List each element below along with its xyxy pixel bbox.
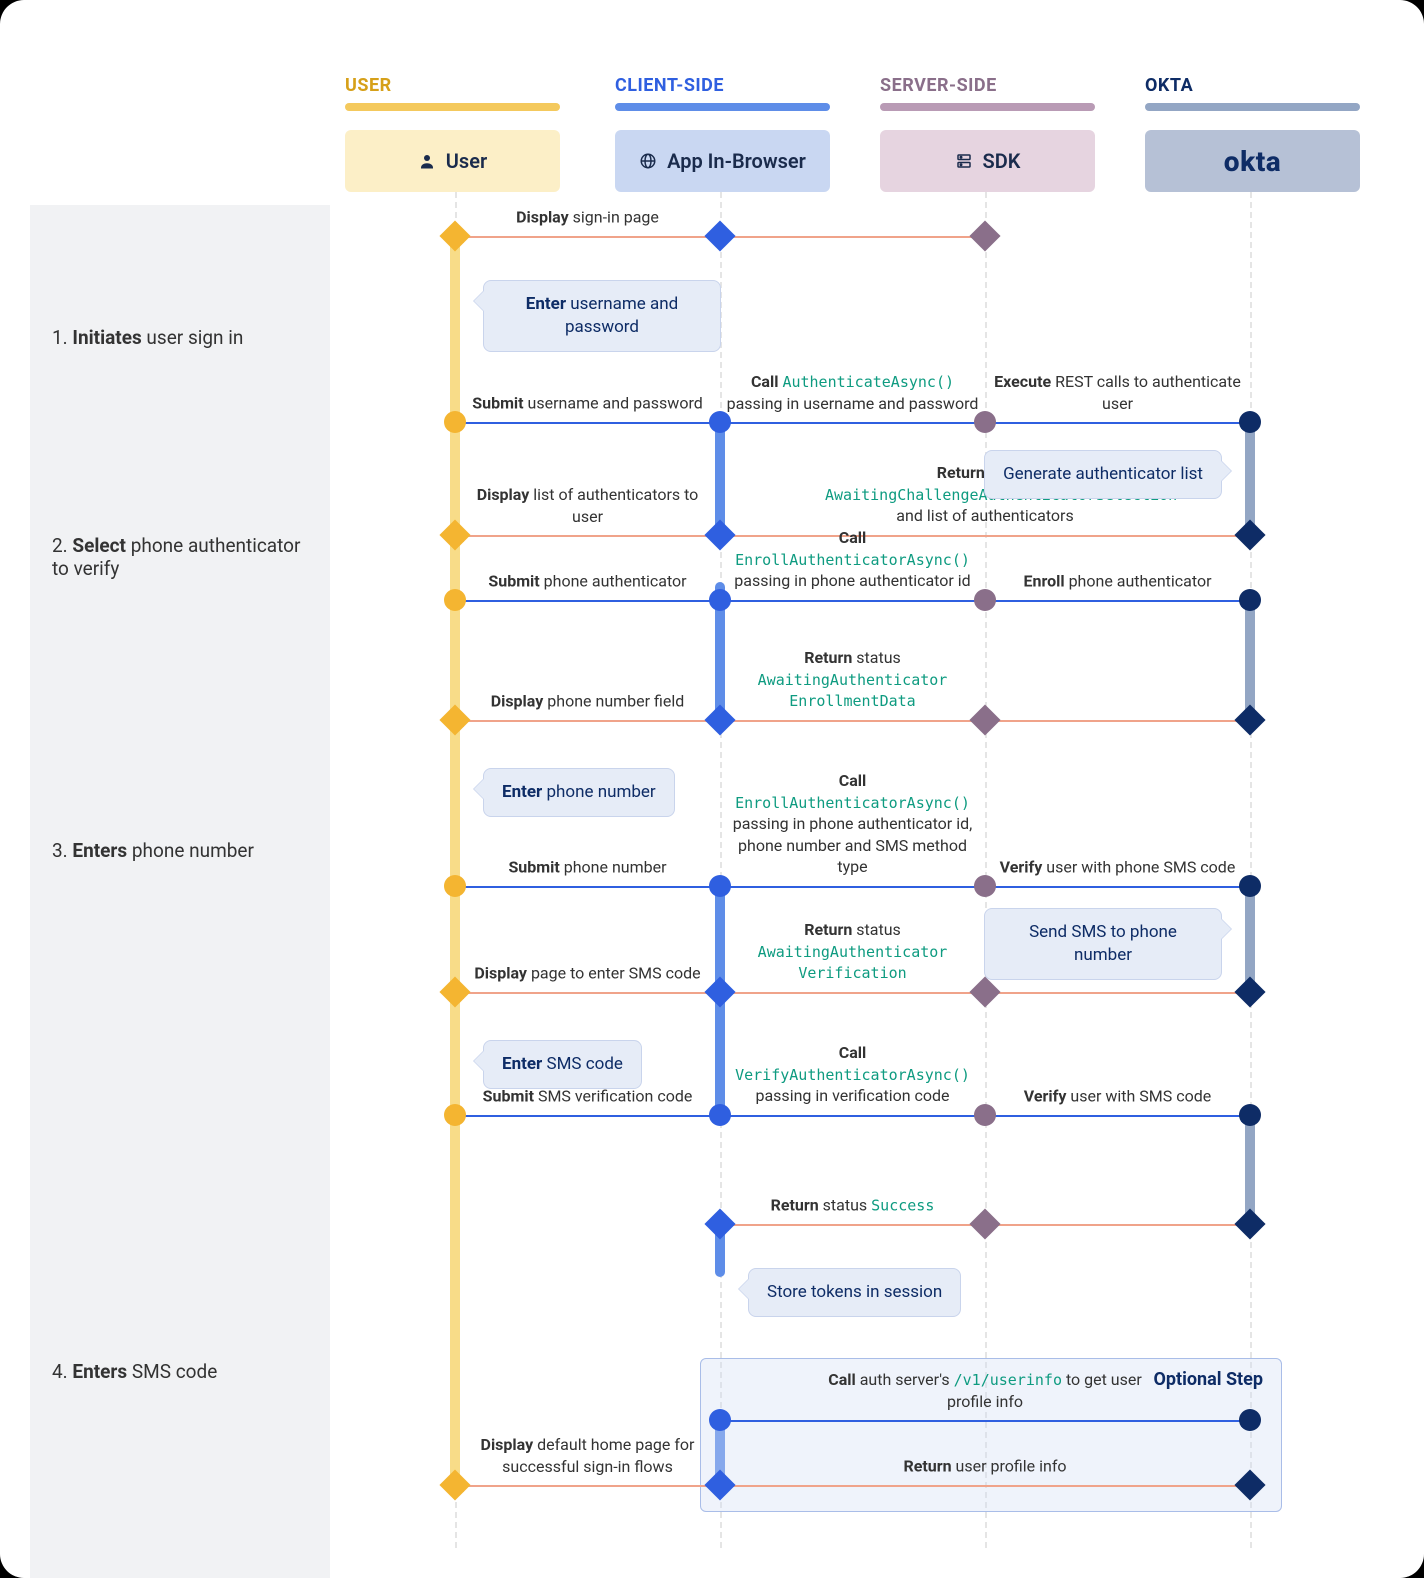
arrow	[455, 600, 1250, 602]
activation-okta	[1245, 884, 1255, 990]
node-okta	[1239, 589, 1261, 611]
lane-box-label: SDK	[983, 149, 1021, 173]
node-server	[969, 220, 1000, 251]
steps-sidebar: 1. Initiates user sign in2. Select phone…	[30, 205, 330, 1578]
node-okta	[1234, 1208, 1265, 1239]
node-server	[974, 411, 996, 433]
arrow	[455, 1485, 1250, 1487]
node-server	[974, 1104, 996, 1126]
node-okta	[1234, 519, 1265, 550]
node-user	[444, 589, 466, 611]
message-label: Submit phone authenticator	[460, 570, 715, 592]
message-label: Call VerifyAuthenticatorAsync() passing …	[725, 1042, 980, 1107]
lane-label-okta: OKTA	[1145, 75, 1193, 96]
lane-label-server: SERVER-SIDE	[880, 75, 997, 96]
lane-bar-client	[615, 103, 830, 111]
step-4: 4. Enters SMS code	[30, 1058, 330, 1578]
activation-okta	[1245, 1113, 1255, 1222]
lane-bar-user	[345, 103, 560, 111]
arrow	[455, 1115, 1250, 1117]
sequence-diagram: USER User CLIENT-SIDE App In-Browser SERVER-…	[0, 0, 1424, 1578]
arrow	[455, 992, 1250, 994]
lane-box-user: User	[345, 130, 560, 192]
server-icon	[955, 152, 973, 170]
node-server	[974, 589, 996, 611]
optional-step-title: Optional Step	[1153, 1369, 1263, 1390]
message-label: Return status AwaitingAuthenticator Enro…	[725, 647, 980, 712]
message-label: Display phone number field	[460, 690, 715, 712]
node-client	[709, 875, 731, 897]
arrow	[455, 886, 1250, 888]
message-label: Execute REST calls to authenticate user	[990, 371, 1245, 414]
message-label: Return user profile info	[825, 1455, 1145, 1477]
note-bubble: Store tokens in session	[748, 1268, 961, 1317]
node-okta	[1239, 411, 1261, 433]
message-label: Submit username and password	[460, 392, 715, 414]
node-okta	[1239, 1409, 1261, 1431]
arrow	[720, 1420, 1250, 1422]
message-label: Display sign-in page	[460, 206, 715, 228]
node-okta	[1239, 875, 1261, 897]
message-label: Enroll phone authenticator	[990, 570, 1245, 592]
note-bubble: Send SMS to phone number	[984, 908, 1222, 980]
node-client	[709, 1104, 731, 1126]
node-okta	[1234, 976, 1265, 1007]
okta-logo: okta	[1224, 145, 1281, 178]
step-1: 1. Initiates user sign in	[30, 205, 330, 470]
message-label: Call EnrollAuthenticatorAsync() passing …	[725, 770, 980, 878]
arrow	[455, 720, 1250, 722]
lane-box-okta: okta	[1145, 130, 1360, 192]
node-okta	[1239, 1104, 1261, 1126]
client-icon	[639, 152, 657, 170]
note-bubble: Enter username and password	[483, 280, 721, 352]
message-label: Verify user with SMS code	[990, 1085, 1245, 1107]
note-bubble: Generate authenticator list	[984, 450, 1222, 499]
message-label: Display list of authenticators to user	[460, 484, 715, 527]
lane-label-client: CLIENT-SIDE	[615, 75, 724, 96]
node-server	[974, 875, 996, 897]
lifeline-server	[985, 192, 987, 1548]
message-label: Submit phone number	[460, 856, 715, 878]
message-label: Call AuthenticateAsync() passing in user…	[725, 371, 980, 414]
message-label: Display page to enter SMS code	[460, 962, 715, 984]
user-icon	[418, 152, 436, 170]
node-okta	[1234, 704, 1265, 735]
message-label: Return status Success	[725, 1194, 980, 1216]
lifeline-client	[720, 192, 722, 1548]
message-label: Call EnrollAuthenticatorAsync() passing …	[725, 527, 980, 592]
message-label: Call auth server's /v1/userinfo to get u…	[825, 1369, 1145, 1412]
activation-okta	[1245, 598, 1255, 718]
lane-bar-server	[880, 103, 1095, 111]
lane-bar-okta	[1145, 103, 1360, 111]
activation-client	[715, 420, 725, 535]
node-user	[444, 411, 466, 433]
node-client	[709, 1409, 731, 1431]
node-client	[709, 589, 731, 611]
step-2: 2. Select phone authenticator to verify	[30, 470, 330, 643]
lifeline-okta	[1250, 192, 1252, 1548]
message-label: Display default home page for successful…	[460, 1434, 715, 1477]
note-bubble: Enter SMS code	[483, 1040, 642, 1089]
node-user	[444, 1104, 466, 1126]
lane-box-label: User	[446, 149, 487, 173]
lane-box-label: App In-Browser	[667, 149, 806, 173]
message-label: Return status AwaitingAuthenticator Veri…	[725, 919, 980, 984]
lane-box-client: App In-Browser	[615, 130, 830, 192]
step-3: 3. Enters phone number	[30, 643, 330, 1058]
message-label: Verify user with phone SMS code	[990, 856, 1245, 878]
node-client	[709, 411, 731, 433]
lane-label-user: USER	[345, 75, 392, 96]
note-bubble: Enter phone number	[483, 768, 675, 817]
activation-okta	[1245, 420, 1255, 533]
lane-box-server: SDK	[880, 130, 1095, 192]
arrow	[455, 422, 1250, 424]
node-user	[444, 875, 466, 897]
